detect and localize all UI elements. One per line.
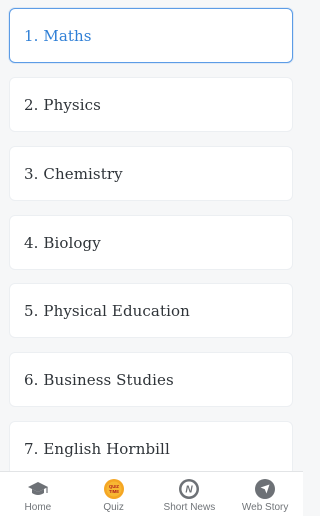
nav-home-label: Home bbox=[24, 502, 52, 513]
subject-label: 7. English Hornbill bbox=[24, 439, 170, 458]
nav-home[interactable]: Home bbox=[0, 472, 75, 514]
bottom-navigation: Home QUIZ TIME Quiz N Short News Web Sto… bbox=[0, 471, 303, 516]
nav-quiz[interactable]: QUIZ TIME Quiz bbox=[76, 472, 151, 514]
nav-short-news-label: Short News bbox=[163, 502, 216, 513]
subject-item-biology[interactable]: 4. Biology bbox=[9, 215, 293, 270]
nav-web-story-label: Web Story bbox=[241, 502, 289, 513]
subject-label: 2. Physics bbox=[24, 95, 101, 114]
subject-item-chemistry[interactable]: 3. Chemistry bbox=[9, 146, 293, 201]
nav-quiz-label: Quiz bbox=[103, 502, 124, 513]
subject-item-physical-education[interactable]: 5. Physical Education bbox=[9, 283, 293, 338]
subject-label: 3. Chemistry bbox=[24, 164, 123, 183]
subject-label: 4. Biology bbox=[24, 233, 101, 252]
nav-short-news[interactable]: N Short News bbox=[152, 472, 227, 514]
subject-item-maths[interactable]: 1. Maths bbox=[9, 8, 293, 63]
subject-label: 5. Physical Education bbox=[24, 301, 190, 320]
quiz-time-icon: QUIZ TIME bbox=[103, 478, 125, 500]
news-icon: N bbox=[178, 478, 200, 500]
subject-label: 6. Business Studies bbox=[24, 370, 174, 389]
subject-item-physics[interactable]: 2. Physics bbox=[9, 77, 293, 132]
svg-text:N: N bbox=[186, 485, 194, 496]
subject-item-english-hornbill[interactable]: 7. English Hornbill bbox=[9, 421, 293, 476]
web-story-icon bbox=[254, 478, 276, 500]
graduation-cap-icon bbox=[27, 478, 49, 500]
subject-label: 1. Maths bbox=[24, 26, 92, 45]
subject-item-business-studies[interactable]: 6. Business Studies bbox=[9, 352, 293, 407]
svg-text:TIME: TIME bbox=[109, 489, 119, 494]
nav-web-story[interactable]: Web Story bbox=[228, 472, 303, 514]
